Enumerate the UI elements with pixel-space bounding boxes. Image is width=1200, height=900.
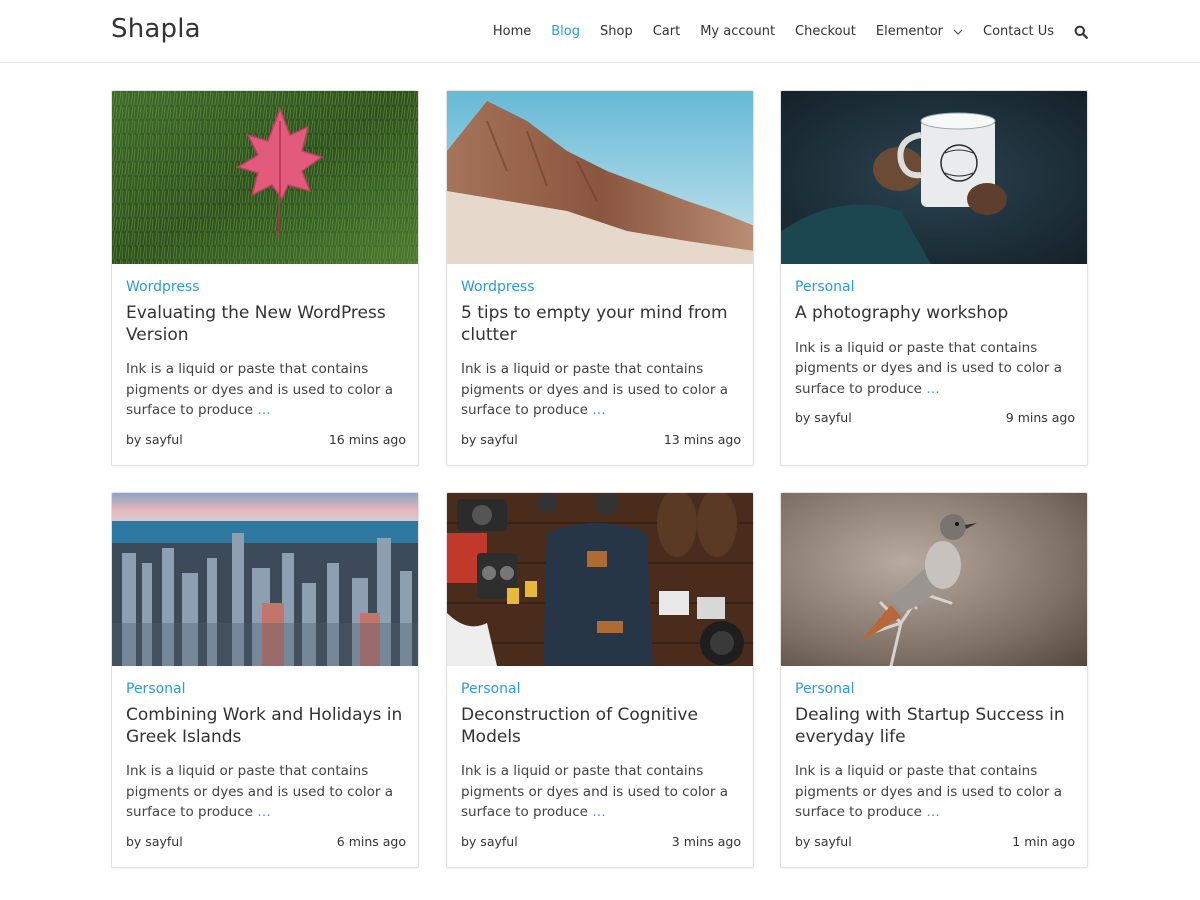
post-thumbnail-travel-gear[interactable] [447, 493, 753, 666]
post-category-link[interactable]: Personal [461, 679, 741, 699]
post-time: 1 min ago [1012, 833, 1075, 849]
post-excerpt: Ink is a liquid or paste that contains p… [795, 761, 1075, 823]
post-card: Personal Combining Work and Holidays in … [111, 492, 419, 868]
post-author: by sayful [126, 833, 183, 849]
read-more-link[interactable]: … [592, 804, 606, 820]
nav-item-elementor-label: Elementor [875, 24, 943, 39]
site-logo-text[interactable]: Shapla [111, 14, 201, 44]
post-meta: by sayful 3 mins ago [461, 834, 741, 849]
post-thumbnail-city-skyline[interactable] [112, 493, 418, 666]
post-title-link[interactable]: Dealing with Startup Success in everyday… [795, 705, 1075, 748]
nav-item-blog[interactable]: Blog [551, 24, 580, 39]
read-more-link[interactable]: … [926, 804, 940, 820]
chevron-down-icon [953, 29, 963, 35]
post-thumbnail-maple-leaf[interactable] [112, 91, 418, 264]
post-time: 3 mins ago [671, 833, 741, 849]
post-card: Wordpress Evaluating the New WordPress V… [111, 90, 419, 466]
post-meta: by sayful 6 mins ago [126, 834, 406, 849]
post-card: Personal Deconstruction of Cognitive Mod… [446, 492, 754, 868]
read-more-link[interactable]: … [257, 402, 271, 418]
post-excerpt: Ink is a liquid or paste that contains p… [461, 761, 741, 823]
nav-item-checkout[interactable]: Checkout [795, 24, 856, 39]
post-author: by sayful [795, 833, 852, 849]
post-author: by sayful [461, 833, 518, 849]
read-more-link[interactable]: … [926, 381, 940, 397]
nav-item-elementor[interactable]: Elementor [876, 24, 963, 39]
post-excerpt: Ink is a liquid or paste that contains p… [126, 359, 406, 421]
post-time: 6 mins ago [336, 833, 406, 849]
post-category-link[interactable]: Wordpress [461, 277, 741, 297]
main-nav: Home Blog Shop Cart My account Checkout … [473, 0, 1088, 63]
post-thumbnail-desert-mountain[interactable] [447, 91, 753, 264]
nav-item-contact-us[interactable]: Contact Us [983, 24, 1054, 39]
post-time: 9 mins ago [1005, 410, 1075, 425]
post-author: by sayful [126, 431, 183, 447]
nav-item-my-account[interactable]: My account [700, 24, 775, 39]
site-header: Shapla Home Blog Shop Cart My account Ch… [0, 0, 1200, 63]
post-title-link[interactable]: Evaluating the New WordPress Version [126, 303, 406, 346]
post-author: by sayful [461, 431, 518, 447]
post-title-link[interactable]: 5 tips to empty your mind from clutter [461, 303, 741, 346]
post-category-link[interactable]: Personal [126, 679, 406, 699]
post-excerpt: Ink is a liquid or paste that contains p… [461, 359, 741, 421]
post-meta: by sayful 16 mins ago [126, 432, 406, 447]
nav-item-shop[interactable]: Shop [600, 24, 633, 39]
post-time: 16 mins ago [328, 431, 406, 447]
search-icon[interactable] [1074, 25, 1088, 39]
post-meta: by sayful 13 mins ago [461, 432, 741, 447]
post-title-link[interactable]: A photography workshop [795, 303, 1075, 325]
post-time: 13 mins ago [663, 431, 741, 447]
post-thumbnail-bird-on-branch[interactable] [781, 493, 1087, 666]
post-category-link[interactable]: Personal [795, 679, 1075, 699]
read-more-link[interactable]: … [257, 804, 271, 820]
post-card: Wordpress 5 tips to empty your mind from… [446, 90, 754, 466]
post-thumbnail-enamel-mug[interactable] [781, 91, 1087, 264]
post-category-link[interactable]: Wordpress [126, 277, 406, 297]
post-title-link[interactable]: Deconstruction of Cognitive Models [461, 705, 741, 748]
post-card: Personal A photography workshop Ink is a… [780, 90, 1088, 466]
post-excerpt: Ink is a liquid or paste that contains p… [795, 338, 1075, 400]
post-meta: by sayful 9 mins ago [795, 410, 1075, 425]
nav-item-cart[interactable]: Cart [653, 24, 681, 39]
read-more-link[interactable]: … [592, 402, 606, 418]
post-category-link[interactable]: Personal [795, 277, 1075, 297]
post-meta: by sayful 1 min ago [795, 834, 1075, 849]
post-author: by sayful [795, 410, 852, 425]
post-title-link[interactable]: Combining Work and Holidays in Greek Isl… [126, 705, 406, 748]
post-excerpt: Ink is a liquid or paste that contains p… [126, 761, 406, 823]
nav-item-home[interactable]: Home [493, 24, 531, 39]
post-card: Personal Dealing with Startup Success in… [780, 492, 1088, 868]
